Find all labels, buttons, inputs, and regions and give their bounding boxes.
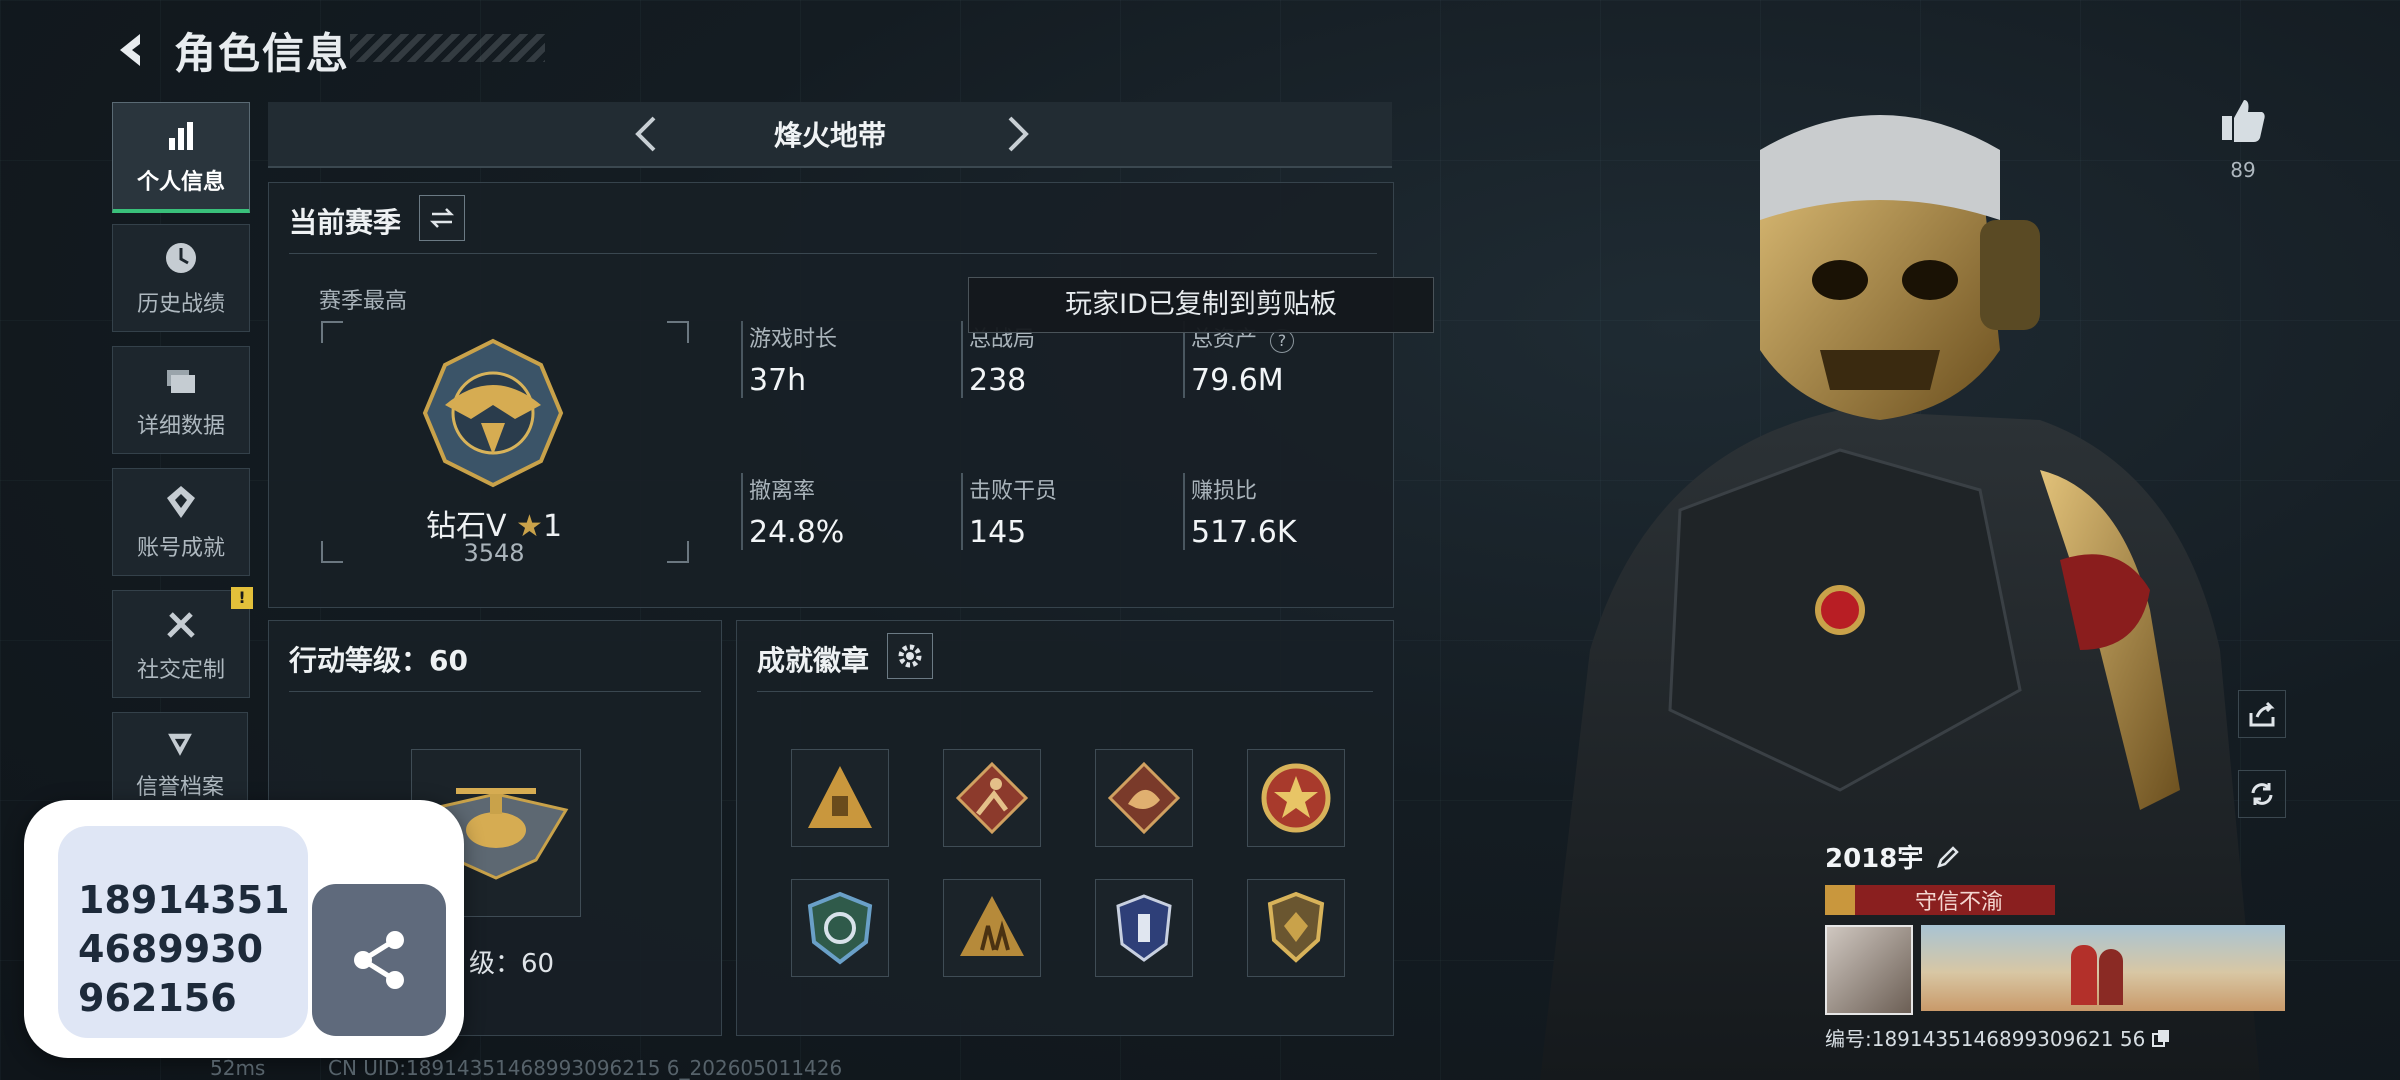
title-tag-text: 守信不渝 [1915,890,2004,915]
stat-play-time: 游戏时长 37h [741,321,837,398]
ping-text: 52ms [210,1056,266,1080]
badge-gold-shield[interactable] [1247,879,1345,977]
notification-badge: ! [231,587,253,609]
export-icon [2249,701,2275,727]
sidebar-item-personal-info[interactable]: 个人信息 [112,102,250,213]
edit-pencil-icon[interactable] [1935,844,1961,870]
copy-icon[interactable] [2151,1028,2171,1048]
gold-shield-badge-icon [1267,891,1325,963]
soldiers-badge-icon [960,896,1024,956]
badge-pyramid[interactable] [791,749,889,847]
gear-icon [898,644,922,668]
refresh-icon [2251,783,2273,805]
sidebar-item-credit[interactable]: 信誉档案 [112,712,248,802]
badge-dragon[interactable] [1095,749,1193,847]
player-card: 2018宇 守信不渝 编号:1891435146899309621 56 [1825,838,2285,1052]
action-level-heading: 行动等级：60 [289,644,468,677]
badge-wings[interactable] [1095,879,1193,977]
wings-badge-icon [1116,894,1172,962]
sidebar-item-history[interactable]: 历史战绩 [112,224,250,332]
runner-badge-icon [955,761,1029,835]
share-button[interactable] [312,884,446,1036]
page-title: 角色信息 [174,28,351,78]
dragon-badge-icon [1107,761,1181,835]
badge-soldiers[interactable] [943,879,1041,977]
uid-footer: CN UID:18914351468993096215 6_2026050114… [328,1056,843,1080]
rank-score: 3548 [463,539,525,567]
player-name: 2018宇 [1825,844,1924,874]
sidebar-item-label: 历史战绩 [136,292,225,317]
achievements-panel: 成就徽章 [736,620,1394,1036]
sidebar-item-label: 详细数据 [136,414,225,439]
achievement-icon [167,486,195,518]
title-decoration [350,34,545,62]
credit-icon [168,733,192,756]
season-best-label: 赛季最高 [319,289,408,314]
tools-icon [167,612,195,638]
badge-runner[interactable] [943,749,1041,847]
mode-selector: 烽火地带 [268,102,1392,168]
stat-extract-rate: 撤离率 24.8% [741,473,844,550]
badge-star[interactable] [1247,749,1345,847]
pyramid-badge-icon [808,766,872,828]
copied-id-card[interactable]: 18914351 4689930 962156 [58,826,308,1038]
star-badge-icon [1261,763,1331,833]
next-mode-arrow-icon[interactable] [994,112,1038,156]
season-heading: 当前赛季 [289,206,402,239]
avatar[interactable] [1825,925,1913,1015]
season-panel: 当前赛季 赛季最高 钻石V ★1 3548 游戏时长 37h 总战局 238 总… [268,182,1394,608]
bar-chart-icon [169,122,193,150]
refresh-button[interactable] [2238,770,2286,818]
card-banner-image [1920,925,2285,1011]
stat-operators-defeated: 击败干员 145 [961,473,1057,550]
sidebar-item-social-custom[interactable]: 社交定制 ! [112,587,253,698]
level-text: 级：60 [469,949,555,979]
title-tag: 守信不渝 [1825,885,2055,915]
achievements-heading: 成就徽章 [757,644,870,677]
copied-toast: 玩家ID已复制到剪贴板 [968,277,1434,333]
share-export-button[interactable] [2238,690,2286,738]
share-icon [354,931,404,989]
blue-shield-badge-icon [807,891,873,965]
swap-icon [429,208,455,228]
thumbs-up-icon[interactable] [2218,96,2268,146]
folder-icon [167,370,195,393]
floating-id-bubble[interactable]: 18914351 4689930 962156 [24,800,464,1058]
header: 角色信息 [110,22,350,78]
back-arrow-icon[interactable] [110,28,154,72]
sidebar-item-label: 社交定制 [136,658,225,683]
mode-title: 烽火地带 [773,119,886,152]
sidebar-item-label: 账号成就 [136,536,225,561]
stat-profit-ratio: 赚损比 517.6K [1183,473,1297,550]
switch-season-button[interactable] [419,195,465,241]
sidebar-item-label: 个人信息 [136,170,225,195]
sidebar-item-achievements[interactable]: 账号成就 [112,468,250,576]
player-id-line: 编号:1891435146899309621 56 [1825,1027,2146,1051]
title-tag-icon [1825,885,1855,915]
badge-shield-blue[interactable] [791,879,889,977]
history-icon [166,243,196,273]
copied-id-text: 18914351 4689930 962156 [78,878,290,1020]
rank-emblem-icon [422,338,564,488]
likes-count: 89 [2230,158,2256,182]
achievements-settings-button[interactable] [887,633,933,679]
sidebar-item-detailed-data[interactable]: 详细数据 [112,346,250,454]
sidebar-item-label: 信誉档案 [135,775,224,800]
